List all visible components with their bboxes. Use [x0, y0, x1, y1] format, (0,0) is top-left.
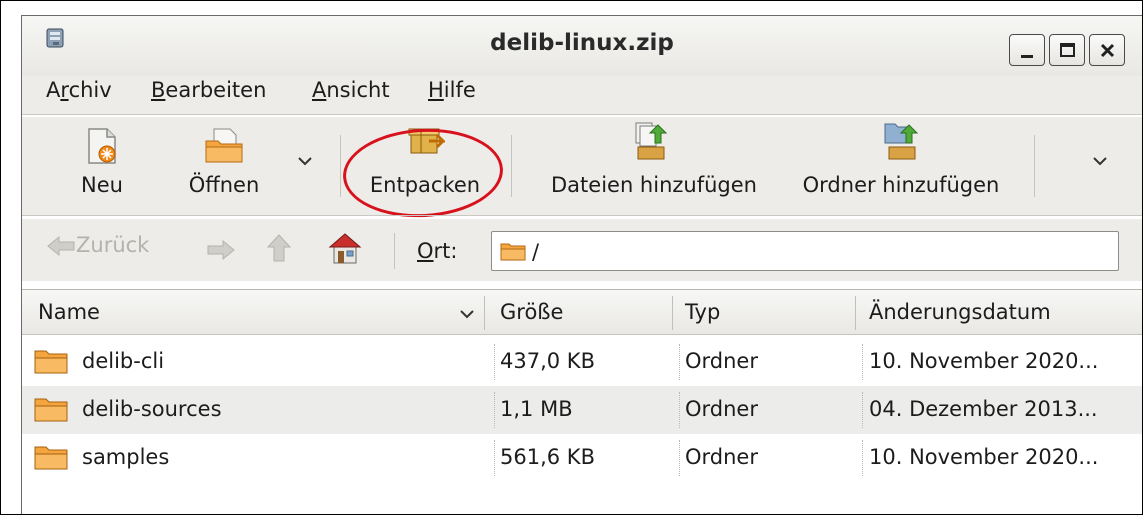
column-header-type[interactable]: Typ	[685, 300, 720, 324]
menu-label: nsicht	[326, 78, 390, 102]
add-folder-button[interactable]: Ordner hinzufügen	[786, 117, 1016, 215]
maximize-icon	[1060, 43, 1075, 57]
new-archive-icon	[88, 128, 116, 164]
menu-bar: Archiv Bearbeiten Ansicht Hilfe	[22, 76, 1142, 114]
column-header-size[interactable]: Größe	[500, 300, 563, 324]
menu-bearbeiten[interactable]: Bearbeiten	[151, 78, 266, 102]
file-name: samples	[82, 445, 170, 469]
toolbar-separator	[511, 135, 512, 197]
sort-descending-icon[interactable]	[459, 308, 475, 320]
file-list-header: Name Größe Typ Änderungsdatum	[22, 290, 1142, 335]
folder-icon	[500, 243, 526, 261]
add-folder-icon	[884, 123, 919, 160]
minimize-button[interactable]	[1009, 34, 1045, 66]
file-date: 04. Dezember 2013...	[869, 397, 1098, 421]
file-size: 437,0 KB	[500, 349, 595, 373]
cell-divider	[679, 440, 680, 476]
menu-mnemonic: H	[428, 78, 444, 102]
cell-divider	[862, 344, 863, 380]
menubar-divider	[22, 114, 1142, 115]
menu-mnemonic: r	[60, 78, 69, 102]
column-divider[interactable]	[672, 296, 673, 330]
menu-archiv[interactable]: Archiv	[46, 78, 112, 102]
toolbar-separator	[1034, 135, 1035, 197]
forward-arrow-icon[interactable]	[206, 238, 236, 262]
minimize-icon	[1021, 55, 1033, 58]
cell-divider	[494, 440, 495, 476]
cell-divider	[494, 392, 495, 428]
cell-divider	[494, 344, 495, 380]
menu-label: earbeiten	[165, 78, 267, 102]
new-button-label: Neu	[81, 173, 123, 197]
menu-mnemonic: A	[312, 78, 327, 102]
new-button[interactable]: Neu	[62, 117, 142, 215]
file-date: 10. November 2020...	[869, 445, 1099, 469]
close-button[interactable]	[1089, 34, 1125, 66]
add-files-button-label: Dateien hinzufügen	[551, 173, 757, 197]
folder-icon	[34, 398, 68, 422]
file-type: Ordner	[685, 445, 758, 469]
menu-label: ilfe	[443, 78, 476, 102]
location-input[interactable]: /	[491, 231, 1119, 271]
column-header-name[interactable]: Name	[38, 300, 100, 324]
window-title: delib-linux.zip	[490, 30, 674, 56]
open-folder-icon	[205, 128, 243, 163]
back-button[interactable]: Zurück	[46, 233, 149, 258]
title-bar[interactable]: delib-linux.zip	[22, 16, 1142, 76]
cell-divider	[679, 344, 680, 380]
file-size: 561,6 KB	[500, 445, 595, 469]
maximize-button[interactable]	[1049, 34, 1085, 66]
table-row[interactable]: samples 561,6 KB Ordner 10. November 202…	[22, 434, 1142, 482]
location-path: /	[532, 240, 540, 264]
file-date: 10. November 2020...	[869, 349, 1099, 373]
menu-mnemonic: B	[151, 78, 166, 102]
menu-label: A	[46, 78, 61, 102]
toolbar-separator	[340, 135, 341, 197]
location-bar: Zurück Ort: /	[22, 219, 1142, 281]
table-row[interactable]: delib-sources 1,1 MB Ordner 04. Dezember…	[22, 386, 1142, 434]
open-button[interactable]: Öffnen	[182, 117, 266, 215]
file-list: Name Größe Typ Änderungsdatum delib-cli …	[22, 289, 1142, 514]
location-label: Ort:	[417, 239, 457, 263]
menu-hilfe[interactable]: Hilfe	[428, 78, 476, 102]
chevron-down-icon[interactable]	[297, 155, 313, 167]
column-divider[interactable]	[484, 296, 485, 330]
table-row[interactable]: delib-cli 437,0 KB Ordner 10. November 2…	[22, 338, 1142, 386]
folder-icon	[34, 350, 68, 374]
toolbar: Neu Öffnen Entpacken Dateien hinzufügen …	[22, 117, 1142, 215]
toolbar-overflow-chevron-icon[interactable]	[1092, 155, 1108, 167]
folder-icon	[34, 446, 68, 470]
file-size: 1,1 MB	[500, 397, 573, 421]
add-files-icon	[635, 122, 668, 160]
cell-divider	[862, 440, 863, 476]
add-folder-button-label: Ordner hinzufügen	[802, 173, 1000, 197]
location-mnemonic: O	[417, 239, 434, 263]
file-name: delib-cli	[82, 349, 165, 373]
file-type: Ordner	[685, 397, 758, 421]
column-divider[interactable]	[855, 296, 856, 330]
location-separator	[394, 233, 395, 269]
file-type: Ordner	[685, 349, 758, 373]
toolbar-divider	[22, 215, 1142, 216]
up-arrow-icon[interactable]	[266, 233, 292, 263]
back-arrow-icon	[47, 235, 75, 257]
open-button-label: Öffnen	[188, 173, 260, 197]
cell-divider	[679, 392, 680, 428]
column-header-date[interactable]: Änderungsdatum	[869, 300, 1051, 324]
window: delib-linux.zip Archiv Bearbeiten Ansich…	[0, 0, 1143, 515]
cell-divider	[862, 392, 863, 428]
menu-ansicht[interactable]: Ansicht	[312, 78, 390, 102]
menu-label: chiv	[68, 78, 112, 102]
close-icon	[1100, 43, 1115, 58]
location-label-text: rt:	[433, 239, 458, 263]
add-files-button[interactable]: Dateien hinzufügen	[534, 117, 774, 215]
back-button-label: Zurück	[76, 233, 150, 257]
file-name: delib-sources	[82, 397, 222, 421]
home-icon[interactable]	[328, 231, 362, 265]
